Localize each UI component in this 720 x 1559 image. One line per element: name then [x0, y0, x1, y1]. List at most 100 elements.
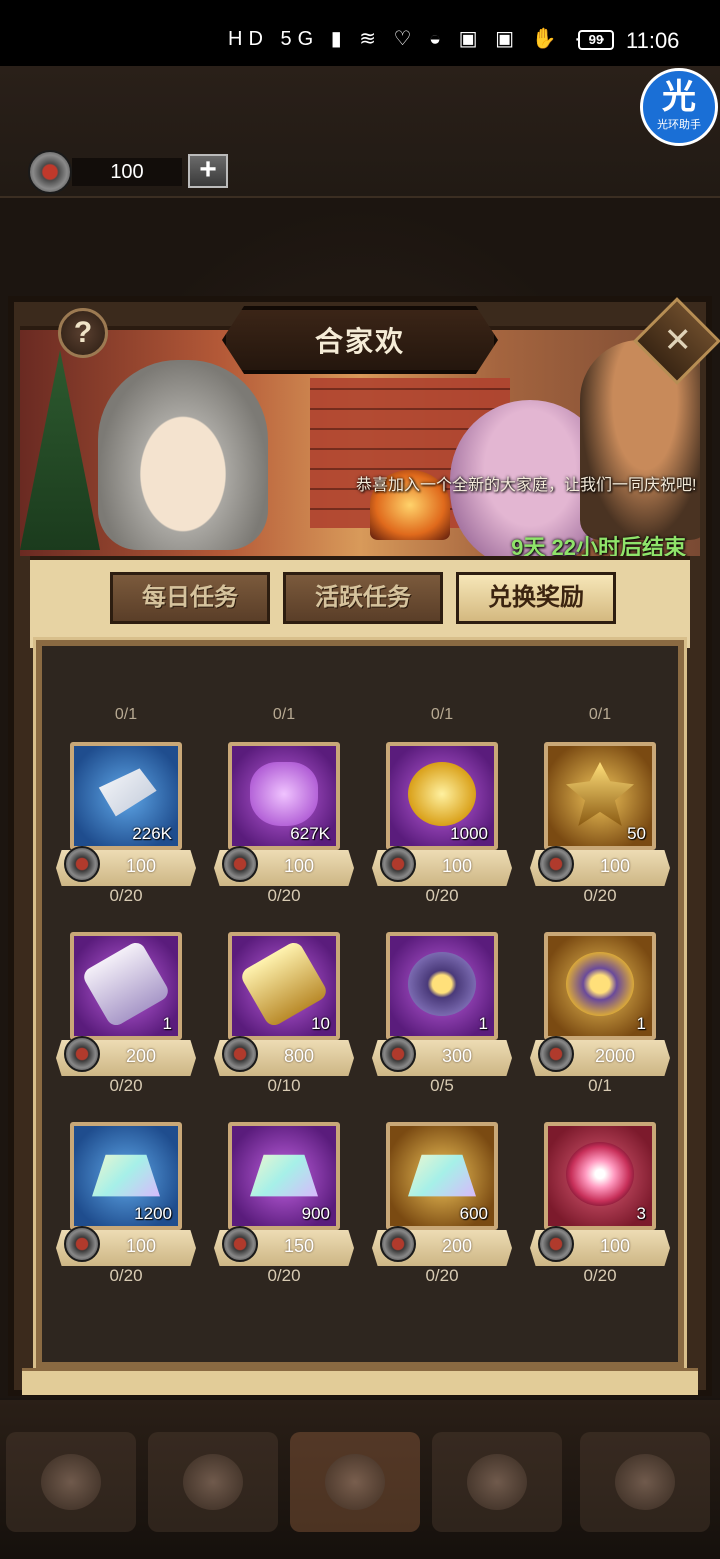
item-price: 100 [125, 1236, 157, 1256]
assistant-floating-button[interactable]: 光 光环助手 [640, 68, 718, 146]
reward-item[interactable]: 1 300 0/5 [372, 906, 512, 1095]
help-button[interactable]: ? [58, 308, 108, 358]
item-price: 200 [125, 1046, 157, 1066]
item-quantity: 627K [290, 824, 330, 843]
assistant-label: 光环助手 [657, 119, 701, 131]
reward-item[interactable]: 226K 100 0/20 [56, 716, 196, 905]
christmas-tree-art [20, 350, 100, 550]
nav-slot-1[interactable] [6, 1432, 136, 1532]
tab-active-tasks[interactable]: 活跃任务 [283, 572, 443, 624]
token-icon [222, 1226, 258, 1262]
reward-item[interactable]: 600 200 0/20 [372, 1096, 512, 1285]
item-card: 900 [228, 1122, 340, 1230]
item-price: 200 [441, 1236, 473, 1256]
reward-item[interactable]: 10 800 0/10 [214, 906, 354, 1095]
scroll-icon [80, 939, 172, 1029]
event-title: 合家欢 [314, 326, 405, 357]
currency-value: 100 [72, 158, 182, 186]
gold-coin-icon [408, 762, 476, 826]
nav-slot-5[interactable] [580, 1432, 710, 1532]
token-icon [380, 1036, 416, 1072]
reward-item[interactable]: 1 200 0/20 [56, 906, 196, 1095]
token-icon [538, 846, 574, 882]
exchange-count: 0/20 [267, 886, 301, 905]
medal-icon [408, 952, 476, 1016]
item-quantity: 600 [459, 1204, 488, 1223]
item-quantity: 1 [162, 1014, 172, 1033]
item-price: 100 [599, 856, 631, 876]
item-card: 1 [70, 932, 182, 1040]
item-price: 100 [441, 856, 473, 876]
item-price: 100 [125, 856, 157, 876]
item-quantity: 1000 [450, 824, 488, 843]
clock: 11:06 [626, 28, 680, 53]
item-card: 1 [386, 932, 498, 1040]
item-card: 600 [386, 1122, 498, 1230]
token-icon [538, 1036, 574, 1072]
reward-item[interactable]: 3 100 0/20 [530, 1096, 670, 1285]
reward-item[interactable]: 1 2000 0/1 [530, 906, 670, 1095]
reward-item[interactable]: 900 150 0/20 [214, 1096, 354, 1285]
token-icon [222, 1036, 258, 1072]
item-quantity: 1200 [134, 1204, 172, 1223]
star-crystal-icon [566, 762, 634, 826]
item-quantity: 1 [478, 1014, 488, 1033]
reward-item[interactable]: 50 100 0/20 [530, 716, 670, 905]
status-icons: HD 5G ▮ ≋ ♡ ◒ ▣ ▣ ✋ ··· [228, 28, 613, 50]
exchange-count: 0/20 [109, 1076, 143, 1095]
item-card: 10 [228, 932, 340, 1040]
item-price: 100 [283, 856, 315, 876]
token-icon [64, 1036, 100, 1072]
exchange-count: 0/20 [425, 1266, 459, 1285]
item-price: 800 [283, 1046, 315, 1066]
crystal-shard-icon [250, 1154, 318, 1197]
item-quantity: 10 [311, 1014, 330, 1033]
item-price: 100 [599, 1236, 631, 1256]
item-quantity: 900 [301, 1204, 330, 1223]
add-currency-button[interactable]: + [188, 154, 228, 188]
close-icon: ✕ [663, 321, 692, 360]
exchange-count: 0/20 [425, 886, 459, 905]
token-icon [380, 1226, 416, 1262]
exchange-count: 0/1 [588, 1076, 612, 1095]
reward-item[interactable]: 1000 100 0/20 [372, 716, 512, 905]
nav-slot-2[interactable] [148, 1432, 278, 1532]
nav-icon [615, 1454, 675, 1510]
nav-icon [183, 1454, 243, 1510]
exchange-count: 0/20 [109, 886, 143, 905]
item-card: 1 [544, 932, 656, 1040]
status-bar: HD 5G ▮ ≋ ♡ ◒ ▣ ▣ ✋ ··· 99 11:06 [0, 0, 720, 66]
item-price: 150 [283, 1236, 315, 1256]
exchange-count: 0/20 [583, 1266, 617, 1285]
item-card: 226K [70, 742, 182, 850]
gold-medal-icon [566, 952, 634, 1016]
crystal-shard-icon [408, 1154, 476, 1197]
token-icon [64, 846, 100, 882]
tab-daily-tasks[interactable]: 每日任务 [110, 572, 270, 624]
crystal-shard-icon [92, 1154, 160, 1197]
swirl-orb-icon [566, 1142, 634, 1206]
reward-item[interactable]: 627K 100 0/20 [214, 716, 354, 905]
battery-icon: 99 [578, 30, 614, 50]
item-quantity: 226K [132, 824, 172, 843]
token-icon [538, 1226, 574, 1262]
item-quantity: 3 [636, 1204, 646, 1223]
item-card: 1200 [70, 1122, 182, 1230]
tab-exchange-rewards[interactable]: 兑换奖励 [456, 572, 616, 624]
exchange-count: 0/5 [430, 1076, 454, 1095]
exchange-count: 0/20 [109, 1266, 143, 1285]
silver-ingot-icon [98, 768, 157, 817]
assistant-glyph: 光 [662, 78, 696, 116]
nav-slot-3[interactable] [290, 1432, 420, 1532]
item-price: 300 [441, 1046, 473, 1066]
item-card: 3 [544, 1122, 656, 1230]
item-price: 2000 [594, 1046, 636, 1066]
event-message: 恭喜加入一个全新的大家庭，让我们一同庆祝吧! [356, 477, 697, 494]
nav-icon [41, 1454, 101, 1510]
item-card: 1000 [386, 742, 498, 850]
panel-bottom-trim [22, 1368, 698, 1395]
item-quantity: 50 [627, 824, 646, 843]
hooded-character-art [98, 360, 268, 550]
reward-item[interactable]: 1200 100 0/20 [56, 1096, 196, 1285]
nav-slot-4[interactable] [432, 1432, 562, 1532]
